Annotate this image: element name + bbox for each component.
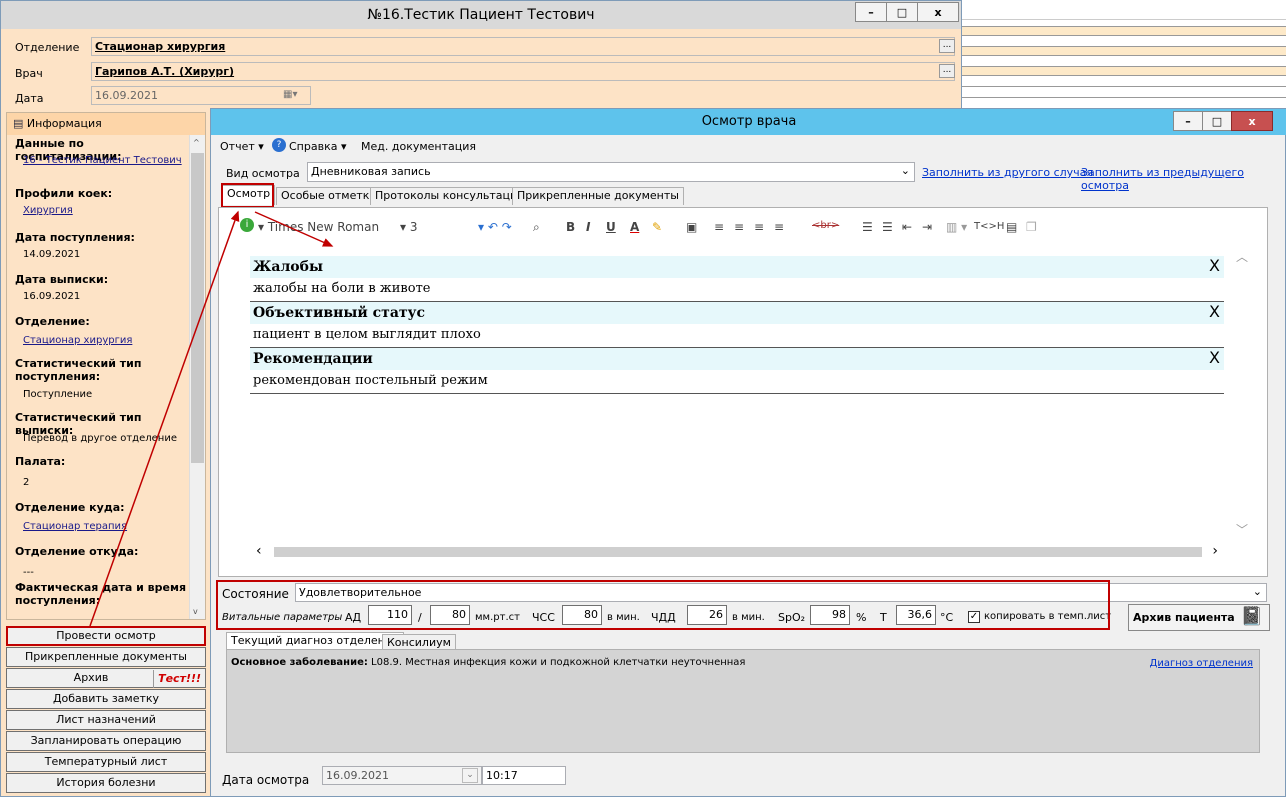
annotation-arrows <box>89 210 334 627</box>
